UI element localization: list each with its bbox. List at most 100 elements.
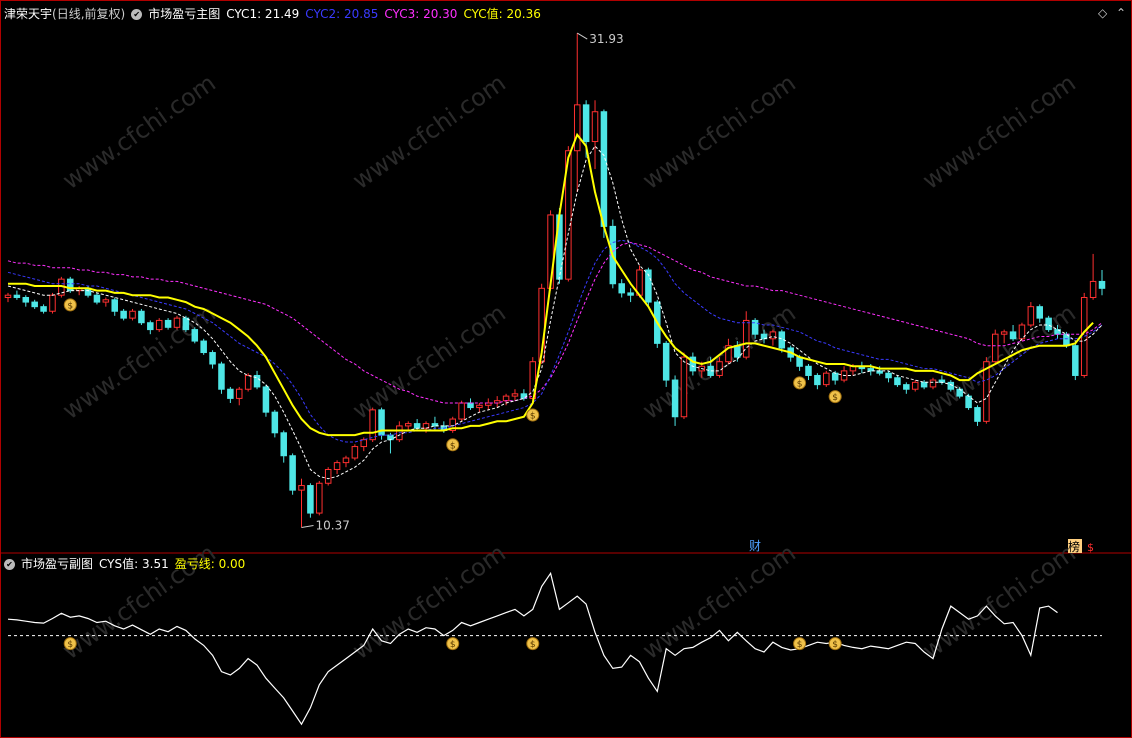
money-bag-glyph: $	[450, 441, 456, 451]
money-bag-icon: $	[828, 637, 842, 651]
cyc1-line	[7, 145, 1103, 480]
candle-body	[333, 462, 341, 470]
candle-body	[31, 301, 38, 308]
candle-body	[742, 319, 750, 358]
candle-body	[262, 386, 270, 413]
cyc3-value: CYC3: 20.30	[384, 7, 458, 21]
candle-body	[342, 457, 350, 464]
sub-indicator-menu-icon[interactable]: ✔	[4, 559, 15, 570]
diamond-icon[interactable]: ◇	[1098, 6, 1107, 20]
candle-body	[805, 365, 812, 376]
candle-body	[244, 374, 252, 390]
watermark-text: www.cfchi.com	[57, 69, 220, 195]
cycv-value: CYC值: 20.36	[463, 7, 541, 21]
candle-body	[458, 402, 465, 420]
cyc1-value: CYC1: 21.49	[226, 7, 300, 21]
candle-body	[1000, 331, 1008, 335]
candle-body	[734, 345, 741, 358]
candle-body	[992, 333, 999, 363]
cai-marker[interactable]: 财	[749, 539, 761, 553]
candle-body	[476, 404, 483, 409]
candle-body	[680, 356, 688, 418]
candle-body	[138, 310, 145, 324]
collapse-icon[interactable]: ⌃	[1116, 6, 1126, 20]
candle-body	[1027, 306, 1035, 326]
watermark-text: www.cfchi.com	[917, 539, 1080, 665]
money-bag-glyph: $	[797, 640, 803, 650]
money-bag-icon: $	[446, 637, 460, 651]
candle-body	[573, 104, 581, 152]
candle-body	[413, 423, 421, 429]
candle-body	[324, 468, 332, 484]
candle-body	[627, 292, 634, 296]
candle-body	[129, 310, 136, 319]
candle-body	[831, 372, 839, 381]
candle-body	[173, 317, 181, 328]
watermark-text: www.cfchi.com	[347, 69, 510, 195]
cys-value: CYS值: 3.51	[99, 557, 169, 571]
candle-body	[209, 352, 216, 365]
candle-body	[298, 485, 305, 491]
watermark-text: www.cfchi.com	[637, 69, 800, 195]
money-bag-glyph: $	[832, 393, 838, 403]
watermark-text: www.cfchi.com	[347, 299, 510, 425]
candle-body	[4, 294, 12, 298]
bang-marker[interactable]: 榜	[1068, 539, 1080, 554]
chart-canvas: www.cfchi.com www.cfchi.com www.cfchi.com w…	[0, 0, 1132, 738]
candle-body	[1036, 306, 1043, 319]
main-indicator-title[interactable]: 市场盈亏主图	[148, 7, 220, 21]
indicator-menu-icon[interactable]: ✔	[131, 9, 143, 20]
money-bag-glyph: $	[67, 301, 73, 311]
money-bag-icon: $	[63, 637, 77, 651]
candle-body	[22, 296, 30, 303]
money-bag-icon: $	[828, 390, 842, 404]
candle-body	[903, 384, 910, 390]
candle-body	[911, 381, 919, 390]
candle-body	[618, 283, 625, 294]
candle-body	[662, 342, 670, 381]
money-bag-icon: $	[793, 376, 807, 390]
candle-body	[289, 455, 296, 491]
sub-indicator-title[interactable]: 市场盈亏副图	[21, 557, 93, 571]
candle-body	[218, 363, 225, 390]
candle-body	[823, 372, 830, 386]
high-pointer	[576, 32, 588, 40]
candle-body	[511, 393, 519, 397]
candle-body	[671, 379, 679, 418]
candle-body	[929, 379, 937, 388]
candle-body	[49, 294, 56, 312]
candle-body	[111, 299, 118, 312]
candle-body	[814, 374, 821, 386]
money-bag-glyph: $	[450, 640, 456, 650]
money-bag-glyph: $	[67, 640, 73, 650]
candle-body	[920, 381, 928, 388]
candle-body	[947, 381, 955, 390]
money-bag-glyph: $	[530, 411, 536, 421]
money-bag-icon: $	[526, 637, 540, 651]
low-price-label: 10.37	[316, 519, 350, 533]
candle-body	[387, 434, 394, 441]
candle-body	[271, 411, 279, 434]
stock-name[interactable]: 津荣天宇	[4, 7, 52, 21]
candle-body	[235, 388, 243, 399]
candle-body	[1072, 345, 1079, 376]
candle-body	[316, 482, 323, 514]
candle-body	[716, 361, 723, 376]
candle-body	[1089, 280, 1097, 298]
candle-body	[769, 331, 777, 340]
candle-body	[164, 319, 172, 328]
cyc2-value: CYC2: 20.85	[305, 7, 379, 21]
candle-body	[1045, 317, 1052, 331]
candle-body	[1098, 280, 1106, 289]
low-pointer	[301, 525, 314, 529]
money-bag-glyph: $	[832, 640, 838, 650]
candle-body	[280, 432, 287, 457]
candle-body	[965, 395, 972, 409]
candle-body	[93, 294, 101, 303]
candle-body	[582, 104, 590, 143]
candle-body	[40, 306, 47, 312]
candle-body	[13, 294, 21, 298]
candle-body	[404, 423, 412, 427]
dollar-marker[interactable]: $	[1087, 541, 1094, 554]
money-bag-glyph: $	[797, 379, 803, 389]
